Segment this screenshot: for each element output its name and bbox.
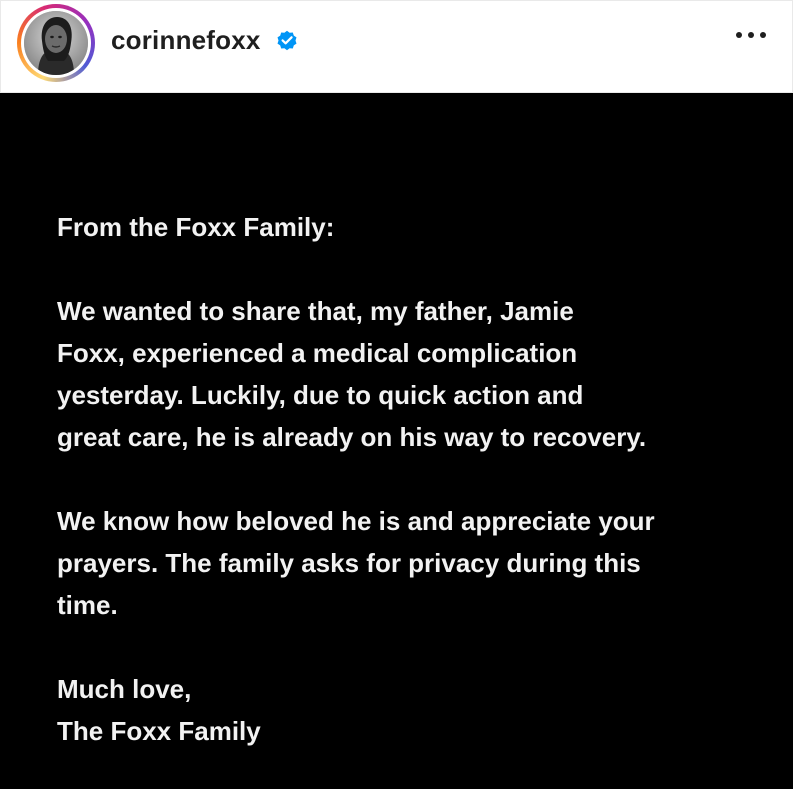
instagram-post: corinnefoxx From the Foxx Family: We wan… <box>0 0 793 789</box>
post-statement-text: From the Foxx Family: We wanted to share… <box>57 206 757 752</box>
statement-heading: From the Foxx Family: <box>57 212 335 242</box>
avatar[interactable] <box>24 11 88 75</box>
username[interactable]: corinnefoxx <box>111 25 261 55</box>
more-options-icon[interactable] <box>734 27 768 43</box>
statement-paragraph: We know how beloved he is and appreciate… <box>57 506 655 620</box>
post-image[interactable]: From the Foxx Family: We wanted to share… <box>0 93 793 789</box>
statement-signoff: Much love, The Foxx Family <box>57 674 261 746</box>
post-header: corinnefoxx <box>0 0 793 93</box>
avatar-ring-gap <box>21 8 91 78</box>
verified-badge-icon <box>277 30 297 51</box>
profile-photo-icon <box>24 11 88 75</box>
avatar-story-ring[interactable] <box>17 4 95 82</box>
statement-paragraph: We wanted to share that, my father, Jami… <box>57 296 647 452</box>
